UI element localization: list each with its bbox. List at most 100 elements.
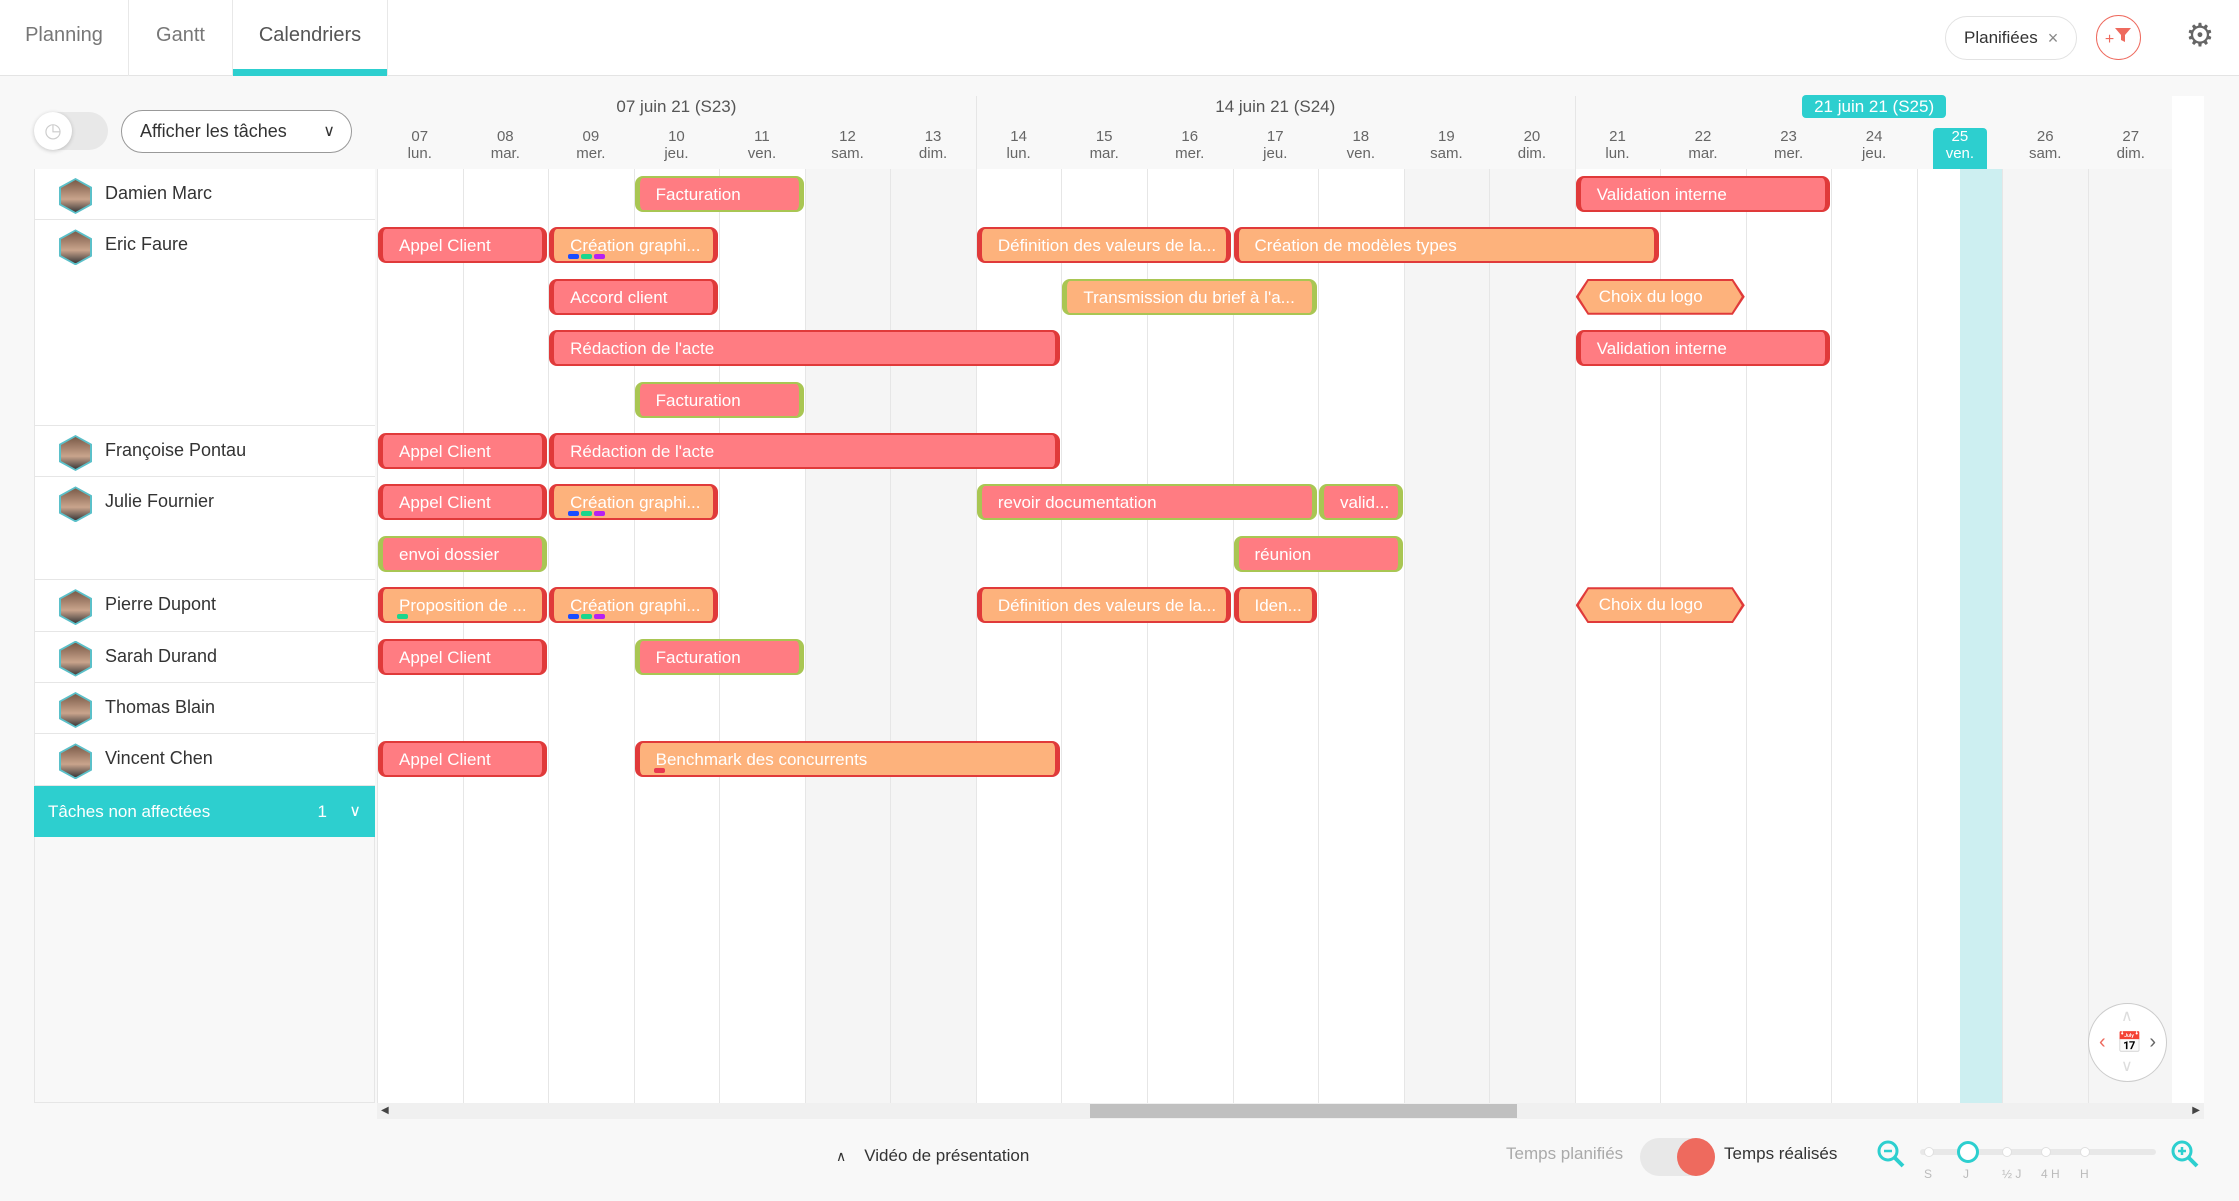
day-header[interactable]: 18 ven. bbox=[1318, 128, 1404, 169]
day-header[interactable]: 10 jeu. bbox=[634, 128, 720, 169]
day-header[interactable]: 27 dim. bbox=[2088, 128, 2174, 169]
day-header[interactable]: 17 jeu. bbox=[1233, 128, 1319, 169]
horizontal-scrollbar[interactable]: ◀ ▶ bbox=[377, 1103, 2204, 1119]
day-of-week: ven. bbox=[747, 145, 777, 162]
task-bar[interactable]: réunion bbox=[1233, 535, 1403, 572]
task-bar[interactable]: Création graphi... bbox=[549, 484, 719, 521]
zoom-level-stop[interactable] bbox=[2041, 1147, 2051, 1157]
resource-row[interactable]: Sarah Durand bbox=[35, 632, 375, 683]
resource-row[interactable]: Françoise Pontau bbox=[35, 426, 375, 478]
resource-row[interactable]: Vincent Chen bbox=[35, 734, 375, 786]
task-bar[interactable]: Définition des valeurs de la... bbox=[976, 587, 1232, 624]
resource-row[interactable]: Eric Faure bbox=[35, 220, 375, 426]
task-label: Définition des valeurs de la... bbox=[997, 236, 1217, 256]
task-bar[interactable]: Facturation bbox=[634, 176, 804, 212]
next-period-button[interactable]: › bbox=[2149, 1031, 2156, 1054]
task-bar[interactable]: Création de modèles types bbox=[1233, 227, 1660, 264]
zoom-out-button[interactable] bbox=[1876, 1139, 1906, 1176]
day-header[interactable]: 15 mar. bbox=[1061, 128, 1147, 169]
calendar-icon[interactable]: 📅 bbox=[2117, 1030, 2142, 1055]
task-bar[interactable]: Rédaction de l'acte bbox=[549, 433, 1061, 469]
resource-row[interactable]: Thomas Blain bbox=[35, 683, 375, 735]
task-bar[interactable]: Validation interne bbox=[1575, 176, 1831, 212]
task-bar-body: Choix du logo bbox=[1579, 281, 1742, 313]
task-bar[interactable]: revoir documentation bbox=[976, 484, 1318, 521]
day-header[interactable]: 26 sam. bbox=[2002, 128, 2088, 169]
task-label: Rédaction de l'acte bbox=[570, 339, 715, 359]
task-bar[interactable]: Définition des valeurs de la... bbox=[976, 227, 1232, 264]
task-bar[interactable]: envoi dossier bbox=[378, 535, 548, 572]
day-header[interactable]: 11 ven. bbox=[719, 128, 805, 169]
settings-button[interactable]: ⚙ bbox=[2183, 18, 2217, 52]
task-bar[interactable]: Choix du logo bbox=[1576, 279, 1745, 315]
task-bar[interactable]: Proposition de ... bbox=[378, 587, 548, 624]
task-bar[interactable]: Rédaction de l'acte bbox=[549, 330, 1061, 367]
day-header[interactable]: 12 sam. bbox=[805, 128, 891, 169]
task-bar[interactable]: Benchmark des concurrents bbox=[634, 741, 1061, 778]
resource-row[interactable]: Damien Marc bbox=[35, 169, 375, 221]
task-bar[interactable]: valid... bbox=[1319, 484, 1403, 521]
filter-chip-planifiees[interactable]: Planifiées × bbox=[1945, 16, 2078, 60]
tab-gantt[interactable]: Gantt bbox=[129, 0, 233, 76]
task-bar[interactable]: Appel Client bbox=[378, 484, 548, 521]
resource-row[interactable]: Pierre Dupont bbox=[35, 580, 375, 632]
day-header[interactable]: 14 lun. bbox=[976, 128, 1062, 169]
zoom-level-stop[interactable] bbox=[1957, 1141, 1979, 1163]
day-header[interactable]: 25 ven. bbox=[1932, 128, 1987, 169]
day-header[interactable]: 07 lun. bbox=[377, 128, 463, 169]
clock-toggle[interactable]: ◷ bbox=[34, 112, 108, 150]
task-label: Création graphi... bbox=[570, 236, 701, 256]
day-header[interactable]: 21 lun. bbox=[1575, 128, 1661, 169]
tab-planning[interactable]: Planning bbox=[0, 0, 129, 76]
zoom-slider[interactable] bbox=[1920, 1141, 2156, 1163]
task-bar[interactable]: Appel Client bbox=[378, 741, 548, 778]
task-bar[interactable]: Accord client bbox=[549, 278, 719, 315]
day-number: 09 bbox=[582, 128, 600, 145]
tag-dot bbox=[568, 614, 580, 620]
day-header[interactable]: 09 mer. bbox=[548, 128, 634, 169]
tab-calendriers[interactable]: Calendriers bbox=[233, 0, 388, 76]
scrollbar-thumb[interactable] bbox=[1090, 1104, 1517, 1118]
task-bar[interactable]: Validation interne bbox=[1575, 330, 1831, 367]
day-header[interactable]: 23 mer. bbox=[1746, 128, 1832, 169]
day-header[interactable]: 08 mar. bbox=[463, 128, 549, 169]
day-of-week: ven. bbox=[1346, 145, 1375, 162]
task-bar[interactable]: Création graphi... bbox=[549, 587, 719, 624]
scroll-right-arrow-icon[interactable]: ▶ bbox=[2192, 1103, 2200, 1119]
day-header[interactable]: 22 mar. bbox=[1660, 128, 1746, 169]
task-bar[interactable]: Facturation bbox=[634, 638, 804, 675]
task-bar[interactable]: Iden... bbox=[1233, 587, 1318, 624]
zoom-level-stop[interactable] bbox=[2080, 1147, 2090, 1157]
presentation-video-toggle[interactable]: ∧ Vidéo de présentation bbox=[836, 1146, 1029, 1166]
add-filter-button[interactable]: + bbox=[2096, 15, 2141, 60]
time-mode-toggle[interactable] bbox=[1640, 1138, 1715, 1176]
task-bar[interactable]: Transmission du brief à l'a... bbox=[1062, 278, 1318, 315]
video-label: Vidéo de présentation bbox=[864, 1146, 1030, 1165]
task-label: envoi dossier bbox=[399, 544, 500, 564]
unassigned-tasks-row[interactable]: Tâches non affectées 1 ∨ bbox=[34, 786, 375, 837]
zoom-in-button[interactable] bbox=[2170, 1139, 2200, 1176]
resource-row[interactable]: Julie Fournier bbox=[35, 477, 375, 581]
task-bar[interactable]: Appel Client bbox=[378, 433, 548, 469]
task-bar[interactable]: Choix du logo bbox=[1576, 587, 1745, 623]
day-number: 21 bbox=[1609, 128, 1626, 145]
day-header[interactable]: 20 dim. bbox=[1489, 128, 1575, 169]
task-bar[interactable]: Facturation bbox=[634, 381, 804, 418]
chevron-up-icon[interactable]: ∧ bbox=[2121, 1006, 2133, 1026]
previous-period-button[interactable]: ‹ bbox=[2099, 1031, 2106, 1054]
zoom-level-stop[interactable] bbox=[1924, 1147, 1934, 1157]
task-display-select[interactable]: Afficher les tâches ∨ bbox=[121, 110, 352, 153]
day-header[interactable]: 24 jeu. bbox=[1831, 128, 1917, 169]
scroll-left-arrow-icon[interactable]: ◀ bbox=[381, 1103, 389, 1119]
chevron-down-icon[interactable]: ∨ bbox=[2121, 1056, 2133, 1076]
task-bar[interactable]: Appel Client bbox=[378, 638, 548, 675]
task-bar[interactable]: Appel Client bbox=[378, 227, 548, 264]
day-header[interactable]: 16 mer. bbox=[1147, 128, 1233, 169]
day-number: 16 bbox=[1181, 128, 1199, 145]
day-header[interactable]: 19 sam. bbox=[1404, 128, 1490, 169]
day-column bbox=[1745, 169, 1832, 1103]
close-icon[interactable]: × bbox=[2048, 17, 2059, 59]
day-header[interactable]: 13 dim. bbox=[890, 128, 976, 169]
task-bar[interactable]: Création graphi... bbox=[549, 227, 719, 264]
zoom-level-stop[interactable] bbox=[2002, 1147, 2012, 1157]
